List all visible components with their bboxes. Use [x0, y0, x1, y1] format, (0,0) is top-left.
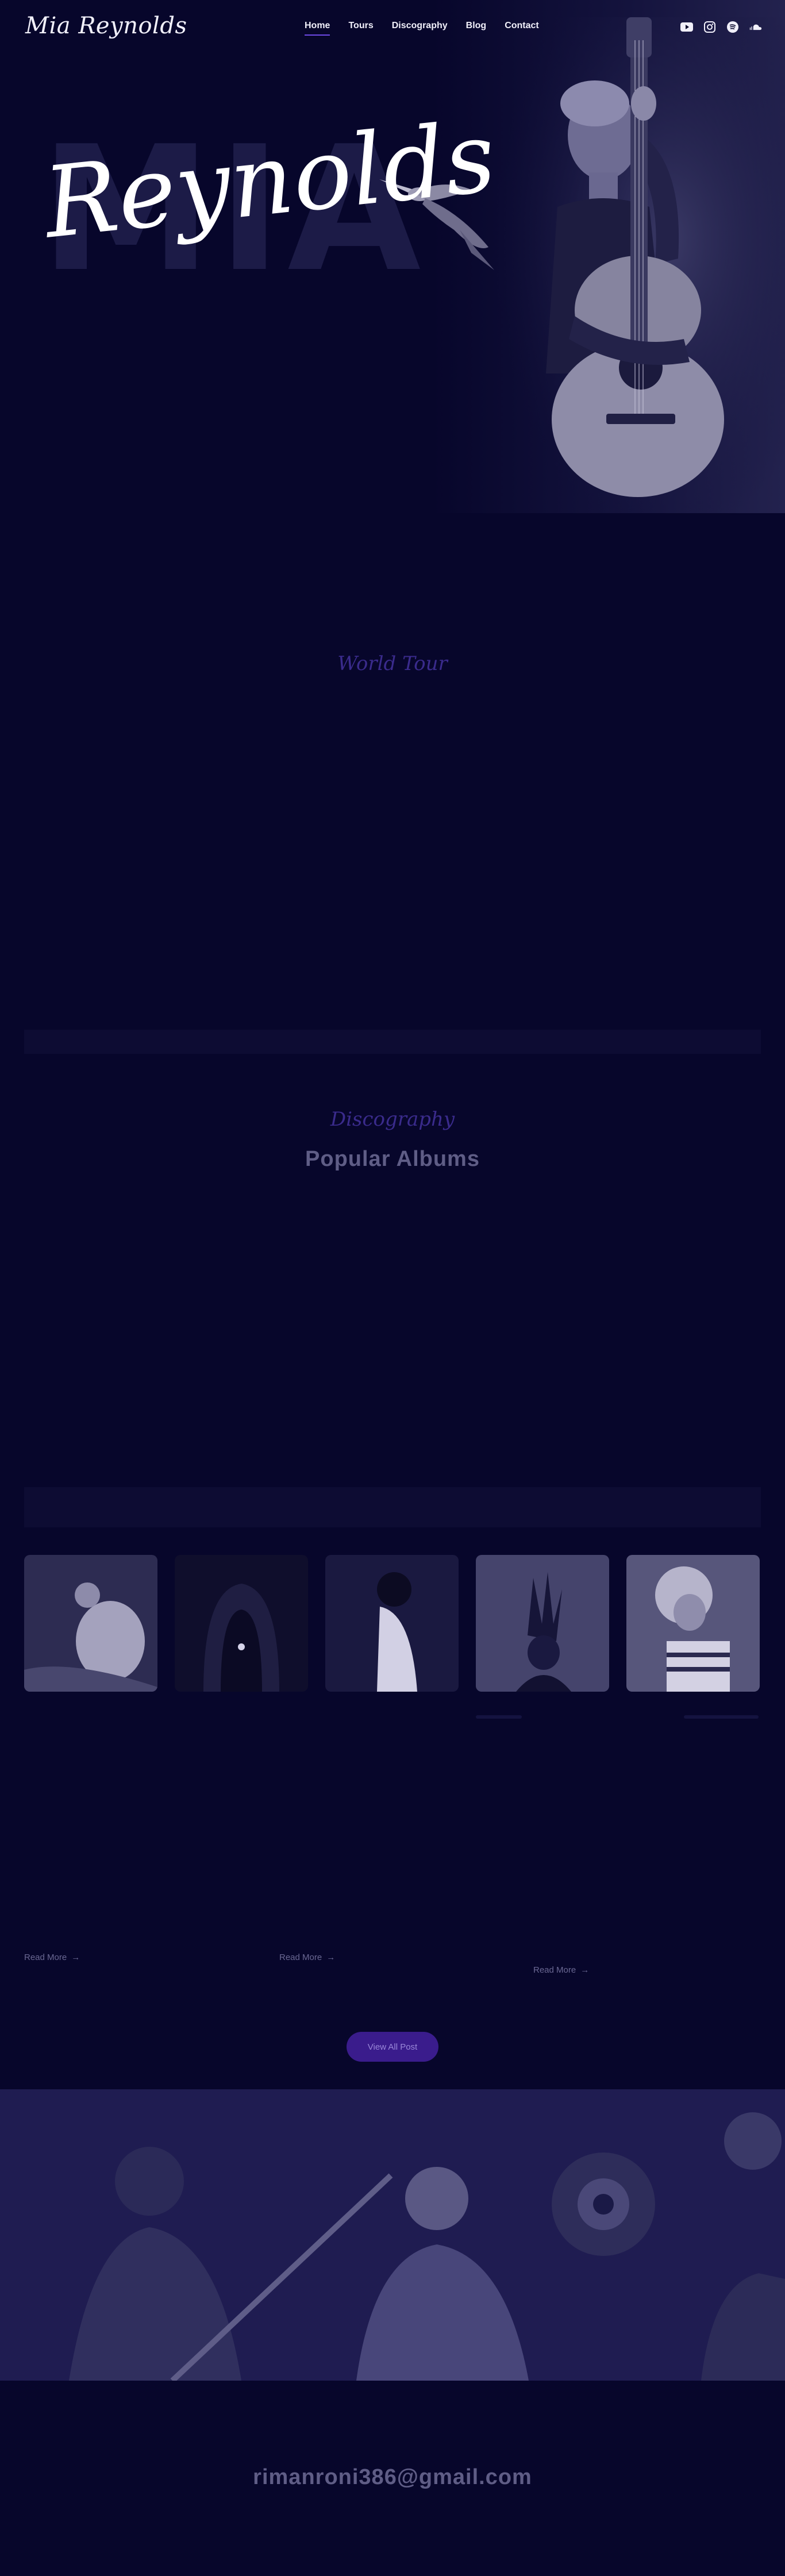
album-caption-5	[684, 1715, 759, 1719]
youtube-icon[interactable]	[680, 21, 693, 33]
read-more-label: Read More	[279, 1953, 322, 1962]
read-more-link-3[interactable]: Read More →	[533, 1965, 589, 1975]
read-more-label: Read More	[533, 1965, 576, 1975]
album-cover-4[interactable]	[476, 1555, 609, 1692]
spotify-icon[interactable]	[726, 21, 739, 33]
contact-email[interactable]: rimanroni386@gmail.com	[0, 2465, 785, 2490]
nav-item-tours[interactable]: Tours	[348, 21, 373, 31]
tour-bar	[24, 1030, 761, 1054]
album-cover-2[interactable]	[175, 1555, 308, 1692]
album-cover-3[interactable]	[325, 1555, 459, 1692]
read-more-link-2[interactable]: Read More →	[279, 1953, 335, 1962]
arrow-right-icon: →	[580, 1965, 590, 1975]
nav-item-contact[interactable]: Contact	[505, 21, 539, 31]
tour-subtitle: World Tour	[337, 652, 448, 675]
soundcloud-icon[interactable]	[749, 21, 762, 33]
instagram-icon[interactable]	[703, 21, 716, 33]
album-cover-1[interactable]	[24, 1555, 157, 1692]
read-more-link-1[interactable]: Read More →	[24, 1953, 80, 1962]
main-nav: Home Tours Discography Blog Contact	[305, 21, 539, 36]
view-all-posts-button[interactable]: View All Post	[347, 2032, 438, 2062]
hero-guitarist-photo	[494, 17, 785, 513]
nav-item-home[interactable]: Home	[305, 21, 330, 36]
arrow-right-icon: →	[71, 1953, 80, 1962]
nav-item-discography[interactable]: Discography	[392, 21, 448, 31]
album-cover-5[interactable]	[626, 1555, 760, 1692]
nav-item-blog[interactable]: Blog	[466, 21, 487, 31]
discography-subtitle: Discography	[330, 1108, 455, 1131]
discography-title: Popular Albums	[305, 1147, 480, 1171]
site-logo[interactable]: Mia Reynolds	[25, 13, 187, 39]
social-links	[680, 21, 762, 33]
discography-bar	[24, 1487, 761, 1527]
arrow-right-icon: →	[326, 1953, 336, 1962]
read-more-label: Read More	[24, 1953, 67, 1962]
album-caption-4	[476, 1715, 522, 1719]
band-performance-photo	[0, 2089, 785, 2381]
